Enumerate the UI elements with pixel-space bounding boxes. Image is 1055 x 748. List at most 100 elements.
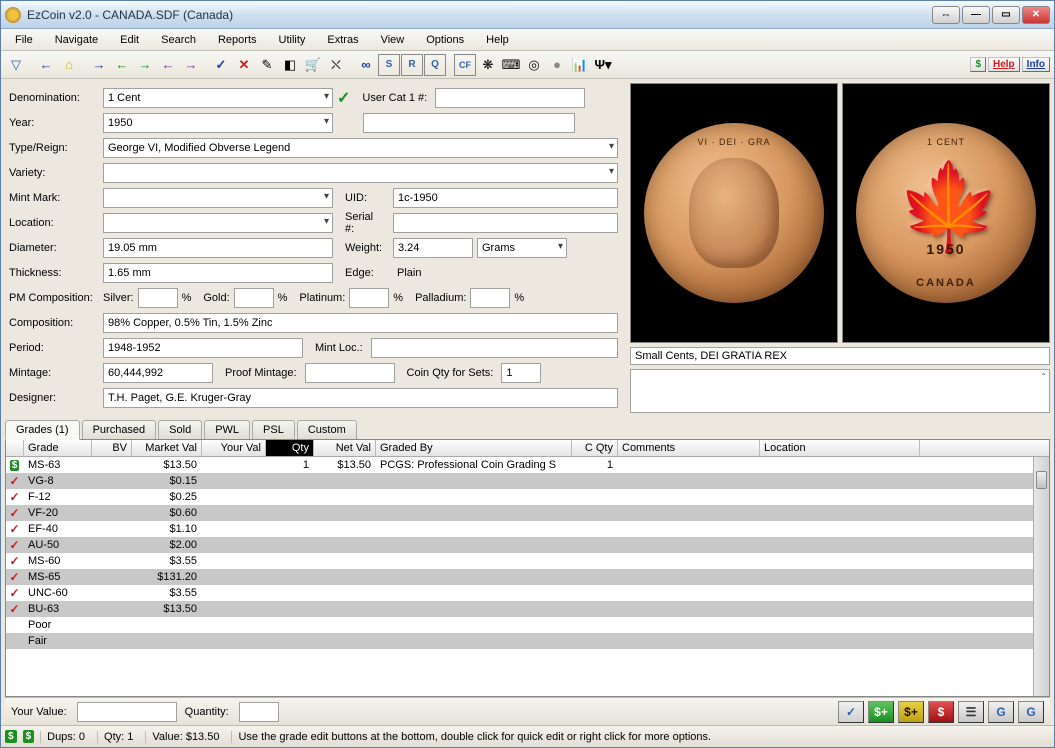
col-bv[interactable]: BV: [92, 440, 132, 456]
confirm-button[interactable]: ✓: [838, 701, 864, 723]
close-button[interactable]: ✕: [1022, 6, 1050, 24]
image-notes[interactable]: [630, 369, 1050, 413]
col-grade[interactable]: Grade: [24, 440, 92, 456]
location-select[interactable]: [103, 213, 333, 233]
menu-options[interactable]: Options: [416, 31, 474, 49]
platinum-input[interactable]: [349, 288, 389, 308]
tab-psl[interactable]: PSL: [252, 420, 295, 439]
mintage-input[interactable]: [103, 363, 213, 383]
g-button[interactable]: G: [988, 701, 1014, 723]
mintmark-select[interactable]: [103, 188, 333, 208]
denomination-select[interactable]: [103, 88, 333, 108]
psi-icon[interactable]: Ψ▾: [592, 54, 614, 76]
tab-sold[interactable]: Sold: [158, 420, 202, 439]
check-icon[interactable]: ✓: [210, 54, 232, 76]
infinity-icon[interactable]: ∞: [355, 54, 377, 76]
info-button[interactable]: Info: [1022, 57, 1050, 72]
table-row[interactable]: Poor: [6, 617, 1049, 633]
table-row[interactable]: ✓VF-20$0.60: [6, 505, 1049, 521]
tab-purchased[interactable]: Purchased: [82, 420, 157, 439]
maximize-button[interactable]: ▭: [992, 6, 1020, 24]
diameter-input[interactable]: [103, 238, 333, 258]
serial-input[interactable]: [393, 213, 618, 233]
table-row[interactable]: Fair: [6, 633, 1049, 649]
calc-icon[interactable]: ⌨: [500, 54, 522, 76]
edit-icon[interactable]: ✎: [256, 54, 278, 76]
year-select[interactable]: [103, 113, 333, 133]
composition-input[interactable]: [103, 313, 618, 333]
weight-unit-select[interactable]: [477, 238, 567, 258]
uid-input[interactable]: [393, 188, 618, 208]
variety-select[interactable]: [103, 163, 618, 183]
weight-input[interactable]: [393, 238, 473, 258]
help-button[interactable]: Help: [988, 57, 1020, 72]
g2-button[interactable]: G: [1018, 701, 1044, 723]
remove-button[interactable]: $: [928, 701, 954, 723]
cf-box-icon[interactable]: CF: [454, 54, 476, 76]
cart-x-icon[interactable]: ⛌: [325, 54, 347, 76]
chart-icon[interactable]: 📊: [569, 54, 591, 76]
menu-file[interactable]: File: [5, 31, 43, 49]
col-netval[interactable]: Net Val: [314, 440, 376, 456]
globe-icon[interactable]: ◎: [523, 54, 545, 76]
menu-extras[interactable]: Extras: [317, 31, 368, 49]
col-comments[interactable]: Comments: [618, 440, 760, 456]
color-icon[interactable]: ❋: [477, 54, 499, 76]
filter-icon[interactable]: ▽: [5, 54, 27, 76]
add-green-button[interactable]: $+: [868, 701, 894, 723]
cart-icon[interactable]: 🛒: [302, 54, 324, 76]
tag-icon[interactable]: ◧: [279, 54, 301, 76]
your-value-input[interactable]: [77, 702, 177, 722]
nav-back-purple-icon[interactable]: ←: [157, 54, 179, 76]
table-row[interactable]: ✓VG-8$0.15: [6, 473, 1049, 489]
reverse-image[interactable]: 1 CENT 🍁 1950 CANADA: [842, 83, 1050, 343]
year-extra-input[interactable]: [363, 113, 575, 133]
menu-utility[interactable]: Utility: [269, 31, 316, 49]
tab-custom[interactable]: Custom: [297, 420, 357, 439]
minimize-button[interactable]: —: [962, 6, 990, 24]
delete-icon[interactable]: ✕: [233, 54, 255, 76]
usercat-input[interactable]: [435, 88, 585, 108]
table-row[interactable]: ✓UNC-60$3.55: [6, 585, 1049, 601]
col-location[interactable]: Location: [760, 440, 920, 456]
table-row[interactable]: ✓BU-63$13.50: [6, 601, 1049, 617]
type-select[interactable]: [103, 138, 618, 158]
col-qty[interactable]: Qty: [266, 440, 314, 456]
table-row[interactable]: $MS-63$13.501$13.50PCGS: Professional Co…: [6, 457, 1049, 473]
nav-forward-purple-icon[interactable]: →: [180, 54, 202, 76]
nav-home-icon[interactable]: ⌂: [58, 54, 80, 76]
tab-pwl[interactable]: PWL: [204, 420, 250, 439]
nav-back-icon[interactable]: ←: [35, 54, 57, 76]
col-cqty[interactable]: C Qty: [572, 440, 618, 456]
table-row[interactable]: ✓F-12$0.25: [6, 489, 1049, 505]
silver-input[interactable]: [138, 288, 178, 308]
gold-input[interactable]: [234, 288, 274, 308]
menu-navigate[interactable]: Navigate: [45, 31, 108, 49]
designer-input[interactable]: [103, 388, 618, 408]
proofmint-input[interactable]: [305, 363, 395, 383]
s-box-icon[interactable]: S: [378, 54, 400, 76]
dollar-button[interactable]: $: [970, 57, 986, 72]
nav-forward-blue-icon[interactable]: →: [88, 54, 110, 76]
quantity-input[interactable]: [239, 702, 279, 722]
table-row[interactable]: ✓MS-65$131.20: [6, 569, 1049, 585]
menu-reports[interactable]: Reports: [208, 31, 267, 49]
palladium-input[interactable]: [470, 288, 510, 308]
col-marketval[interactable]: Market Val: [132, 440, 202, 456]
table-row[interactable]: ✓MS-60$3.55: [6, 553, 1049, 569]
q-box-icon[interactable]: Q: [424, 54, 446, 76]
mintloc-input[interactable]: [371, 338, 618, 358]
col-icon[interactable]: [6, 440, 24, 456]
coinqty-input[interactable]: [501, 363, 541, 383]
table-row[interactable]: ✓AU-50$2.00: [6, 537, 1049, 553]
restore-down-icon[interactable]: ⇔: [932, 6, 960, 24]
coin-icon[interactable]: ●: [546, 54, 568, 76]
r-box-icon[interactable]: R: [401, 54, 423, 76]
list-button[interactable]: ☰: [958, 701, 984, 723]
tab-grades-1-[interactable]: Grades (1): [5, 420, 80, 440]
nav-forward-green-icon[interactable]: →: [134, 54, 156, 76]
col-gradedby[interactable]: Graded By: [376, 440, 572, 456]
col-yourval[interactable]: Your Val: [202, 440, 266, 456]
menu-help[interactable]: Help: [476, 31, 519, 49]
menu-view[interactable]: View: [371, 31, 415, 49]
